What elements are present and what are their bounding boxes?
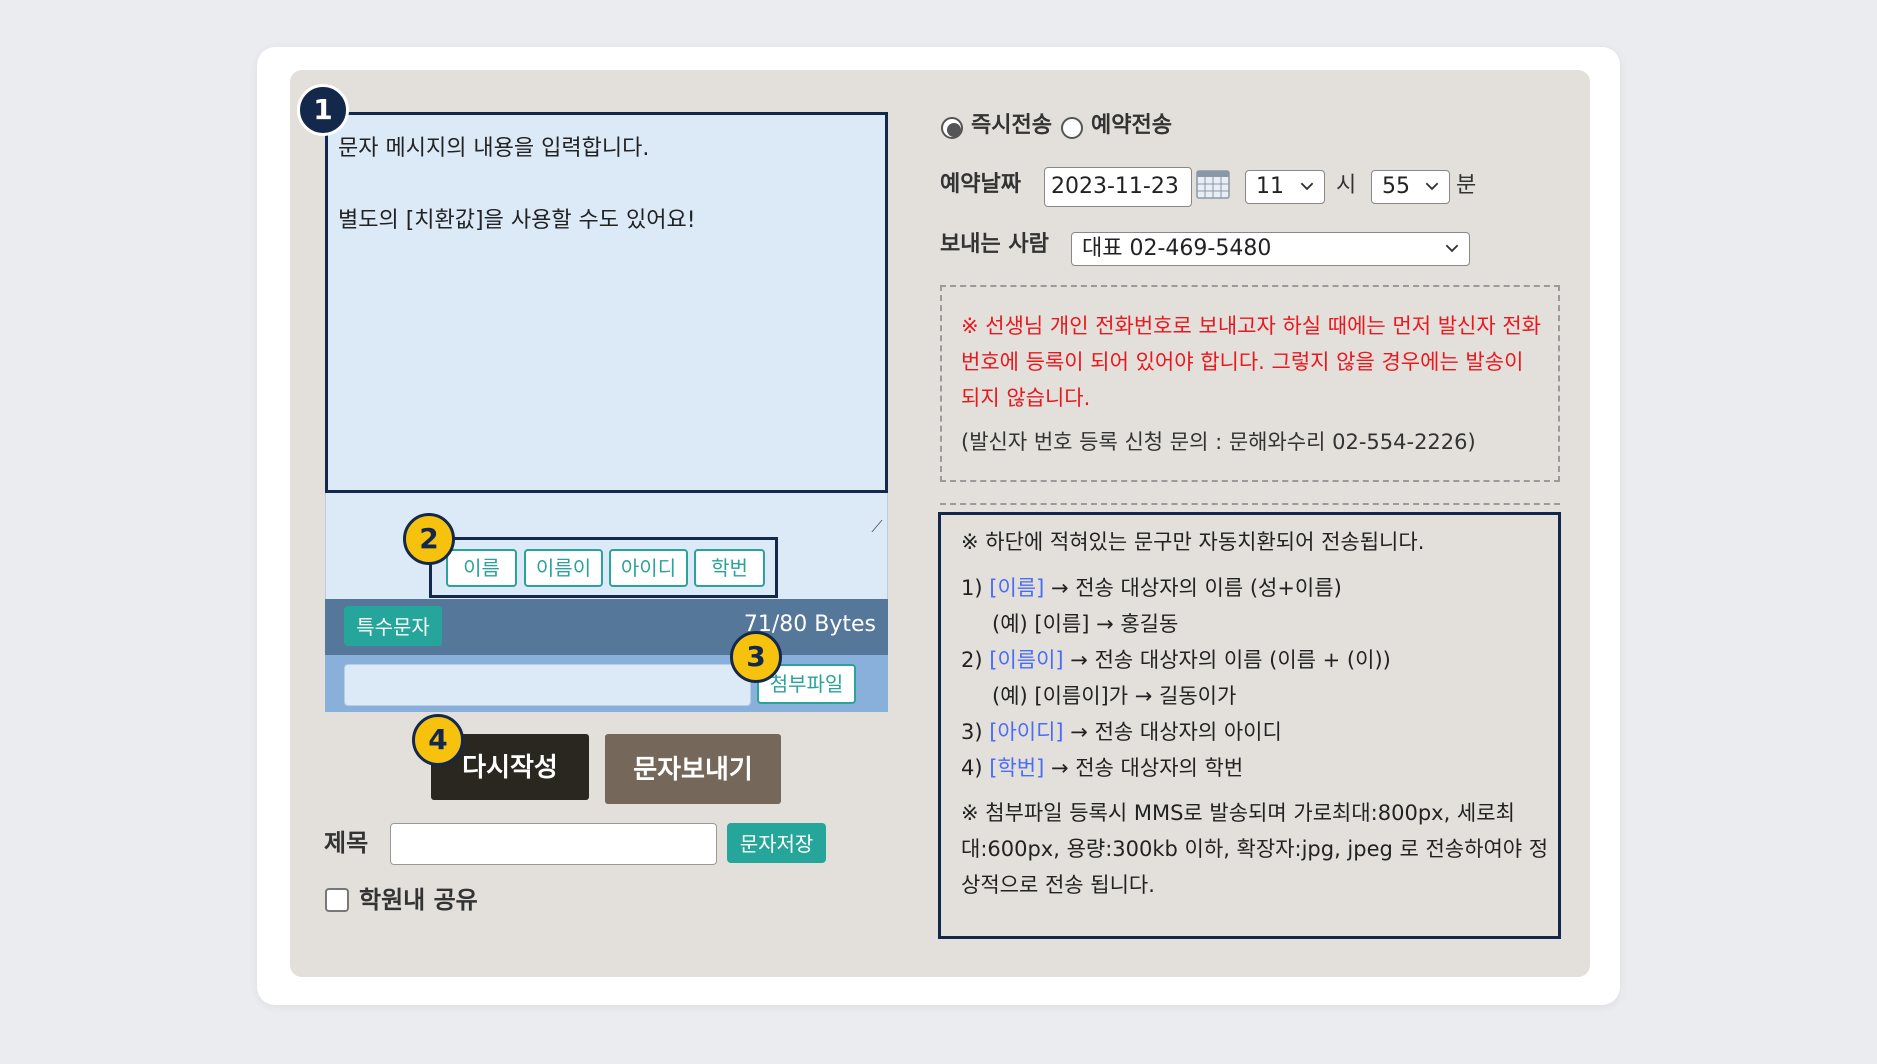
callout-badge-3: 3: [730, 631, 782, 683]
guide-item-1: 1) [이름] → 전송 대상자의 이름 (성+이름): [961, 570, 1551, 606]
guide-item-desc: → 전송 대상자의 학번: [1050, 756, 1244, 780]
sender-notice-contact: (발신자 번호 등록 신청 문의 : 문해와수리 02-554-2226): [961, 430, 1476, 454]
title-label: 제목: [324, 829, 369, 857]
sender-select[interactable]: 대표 02-469-5480: [1071, 232, 1470, 266]
attachment-guide-note: ※ 첨부파일 등록시 MMS로 발송되며 가로최대:800px, 세로최대:60…: [961, 801, 1549, 897]
guide-item-token: [아이디]: [989, 720, 1064, 744]
reservation-date-label: 예약날짜: [940, 172, 1021, 197]
resize-grip-icon[interactable]: ⟋: [869, 519, 885, 535]
guide-item-3: 3) [아이디] → 전송 대상자의 아이디: [961, 714, 1551, 750]
token-button-id[interactable]: 아이디: [609, 549, 688, 587]
radio-send-now[interactable]: [941, 117, 963, 139]
sender-select-value: 대표 02-469-5480: [1082, 236, 1272, 261]
guide-item-token: [이름]: [989, 576, 1045, 600]
guide-item-2-example: (예) [이름이]가 → 길동이가: [992, 684, 1237, 708]
share-checkbox[interactable]: [325, 888, 349, 912]
guide-item-token: [학번]: [989, 756, 1045, 780]
chevron-down-icon: [1300, 182, 1314, 191]
sender-notice-warning: ※ 선생님 개인 전화번호로 보내고자 하실 때에는 먼저 발신자 전화번호에 …: [961, 314, 1541, 410]
hour-select[interactable]: 11: [1245, 170, 1325, 204]
minute-select[interactable]: 55: [1371, 170, 1450, 204]
guide-item-desc: → 전송 대상자의 이름 (성+이름): [1050, 576, 1342, 600]
callout-badge-1: 1: [297, 84, 349, 136]
hour-unit: 시: [1336, 173, 1357, 198]
attachment-file-field[interactable]: [344, 664, 751, 706]
token-button-name-i[interactable]: 이름이: [524, 549, 603, 587]
save-message-button[interactable]: 문자저장: [727, 823, 826, 863]
reservation-date-input[interactable]: 2023-11-23: [1044, 167, 1192, 207]
guide-item-4: 4) [학번] → 전송 대상자의 학번: [961, 750, 1551, 786]
radio-send-scheduled-label: 예약전송: [1091, 113, 1172, 138]
calendar-icon[interactable]: [1196, 168, 1230, 200]
radio-send-scheduled[interactable]: [1061, 117, 1083, 139]
guide-item-number: 1): [961, 576, 983, 600]
guide-item-token: [이름이]: [989, 648, 1064, 672]
section-divider: [940, 503, 1560, 505]
guide-item-number: 3): [961, 720, 983, 744]
callout-badge-4: 4: [412, 714, 464, 766]
token-button-name[interactable]: 이름: [446, 549, 517, 587]
sender-label: 보내는 사람: [940, 232, 1049, 257]
byte-counter: 71/80 Bytes: [743, 612, 876, 637]
message-textarea-frame: 문자 메시지의 내용을 입력합니다. 별도의 [치환값]을 사용할 수도 있어요…: [325, 112, 888, 493]
chevron-down-icon: [1425, 182, 1439, 191]
guide-item-2: 2) [이름이] → 전송 대상자의 이름 (이름 + (이)): [961, 642, 1551, 678]
guide-item-desc: → 전송 대상자의 이름 (이름 + (이)): [1070, 648, 1391, 672]
send-message-button[interactable]: 문자보내기: [605, 734, 781, 804]
title-input[interactable]: [390, 823, 717, 865]
guide-item-number: 4): [961, 756, 983, 780]
hour-select-value: 11: [1256, 174, 1284, 199]
special-chars-button[interactable]: 특수문자: [344, 606, 442, 646]
message-textarea[interactable]: 문자 메시지의 내용을 입력합니다. 별도의 [치환값]을 사용할 수도 있어요…: [328, 115, 885, 490]
token-button-student-no[interactable]: 학번: [694, 549, 765, 587]
minute-unit: 분: [1456, 173, 1477, 198]
guide-heading: ※ 하단에 적혀있는 문구만 자동치환되어 전송됩니다.: [961, 530, 1425, 554]
guide-item-1-example: (예) [이름] → 홍길동: [992, 612, 1179, 636]
minute-select-value: 55: [1382, 174, 1410, 199]
guide-item-desc: → 전송 대상자의 아이디: [1070, 720, 1282, 744]
radio-send-now-label: 즉시전송: [971, 113, 1052, 138]
chevron-down-icon: [1445, 244, 1459, 253]
callout-badge-2: 2: [403, 513, 455, 565]
guide-item-number: 2): [961, 648, 983, 672]
share-label: 학원내 공유: [359, 886, 478, 914]
